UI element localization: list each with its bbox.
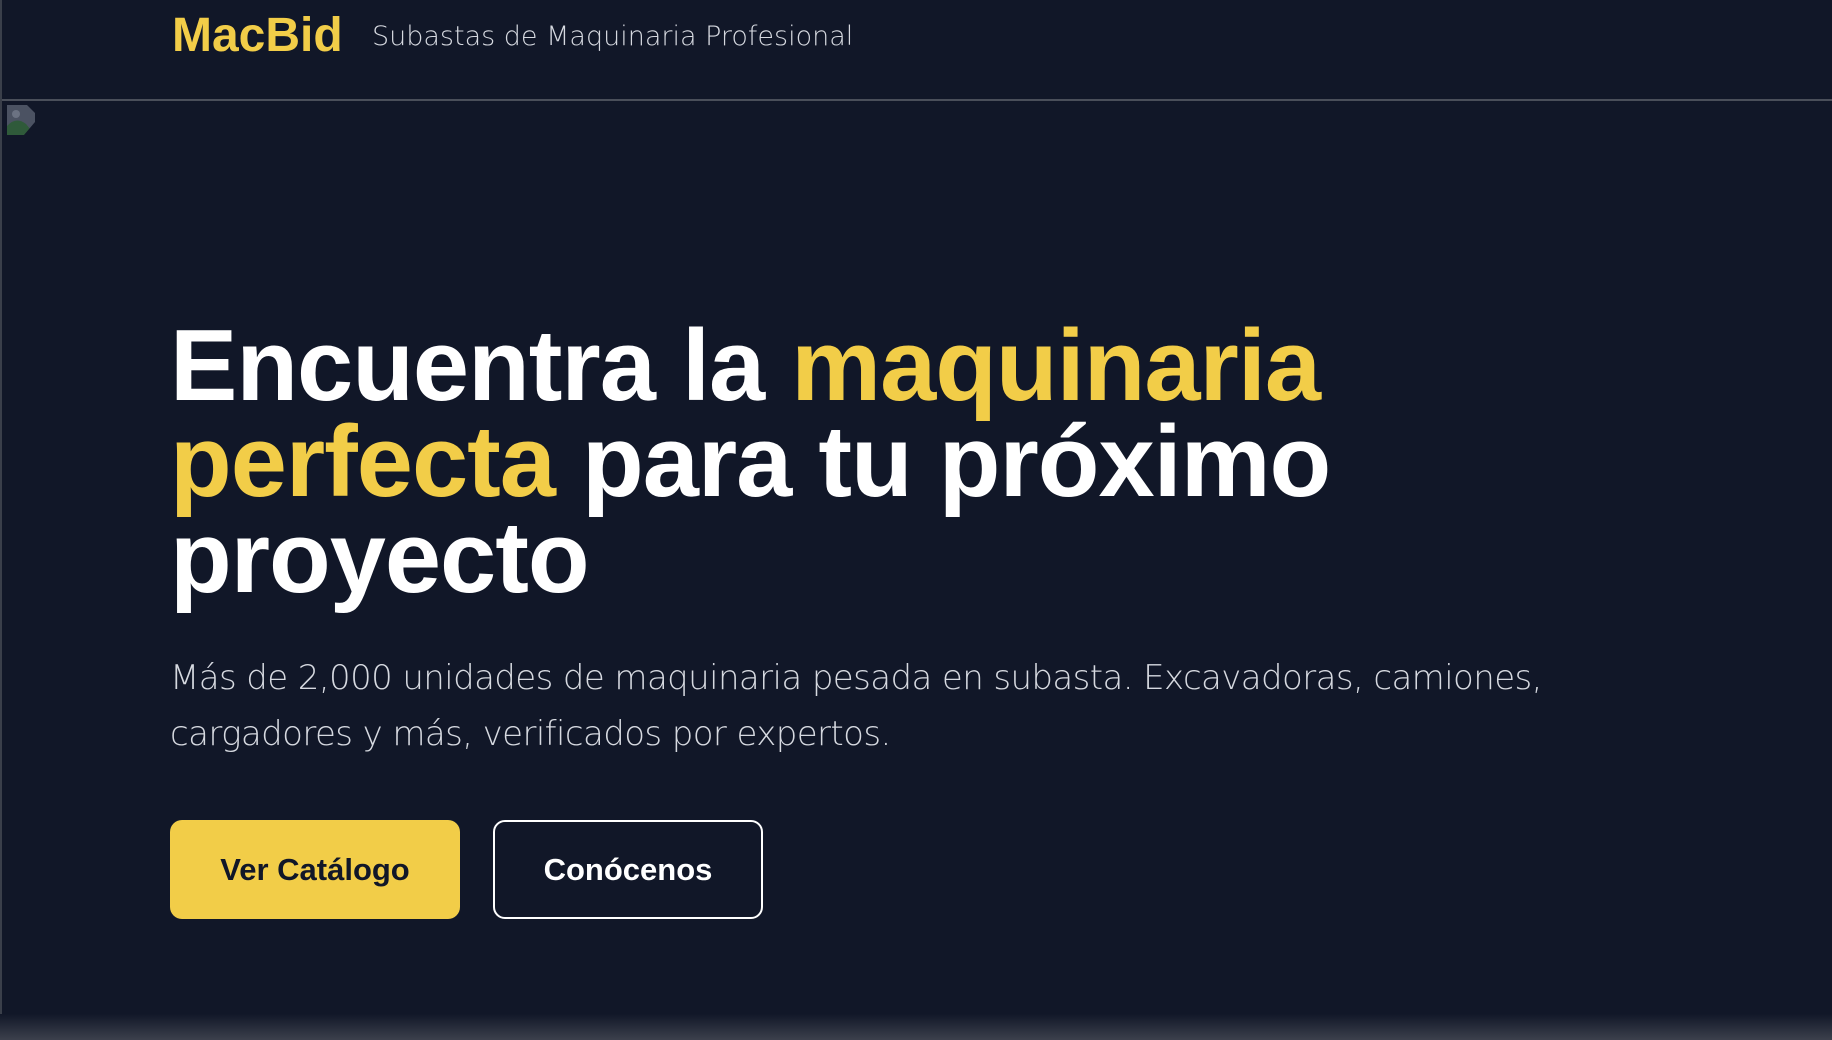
hero-description: Más de 2,000 unidades de maquinaria pesa…: [170, 658, 1542, 754]
broken-image-icon: [7, 105, 35, 135]
logo[interactable]: MacBid: [172, 8, 343, 63]
view-catalog-button[interactable]: Ver Catálogo: [170, 820, 460, 919]
bottom-fade: [0, 1014, 1832, 1040]
hero-headline: Encuentra la maquinaria perfecta para tu…: [170, 316, 1670, 609]
about-us-button[interactable]: Conócenos: [493, 820, 763, 919]
tagline: Subastas de Maquinaria Profesional: [372, 21, 854, 52]
site-header: MacBid Subastas de Maquinaria Profesiona…: [2, 0, 1832, 101]
